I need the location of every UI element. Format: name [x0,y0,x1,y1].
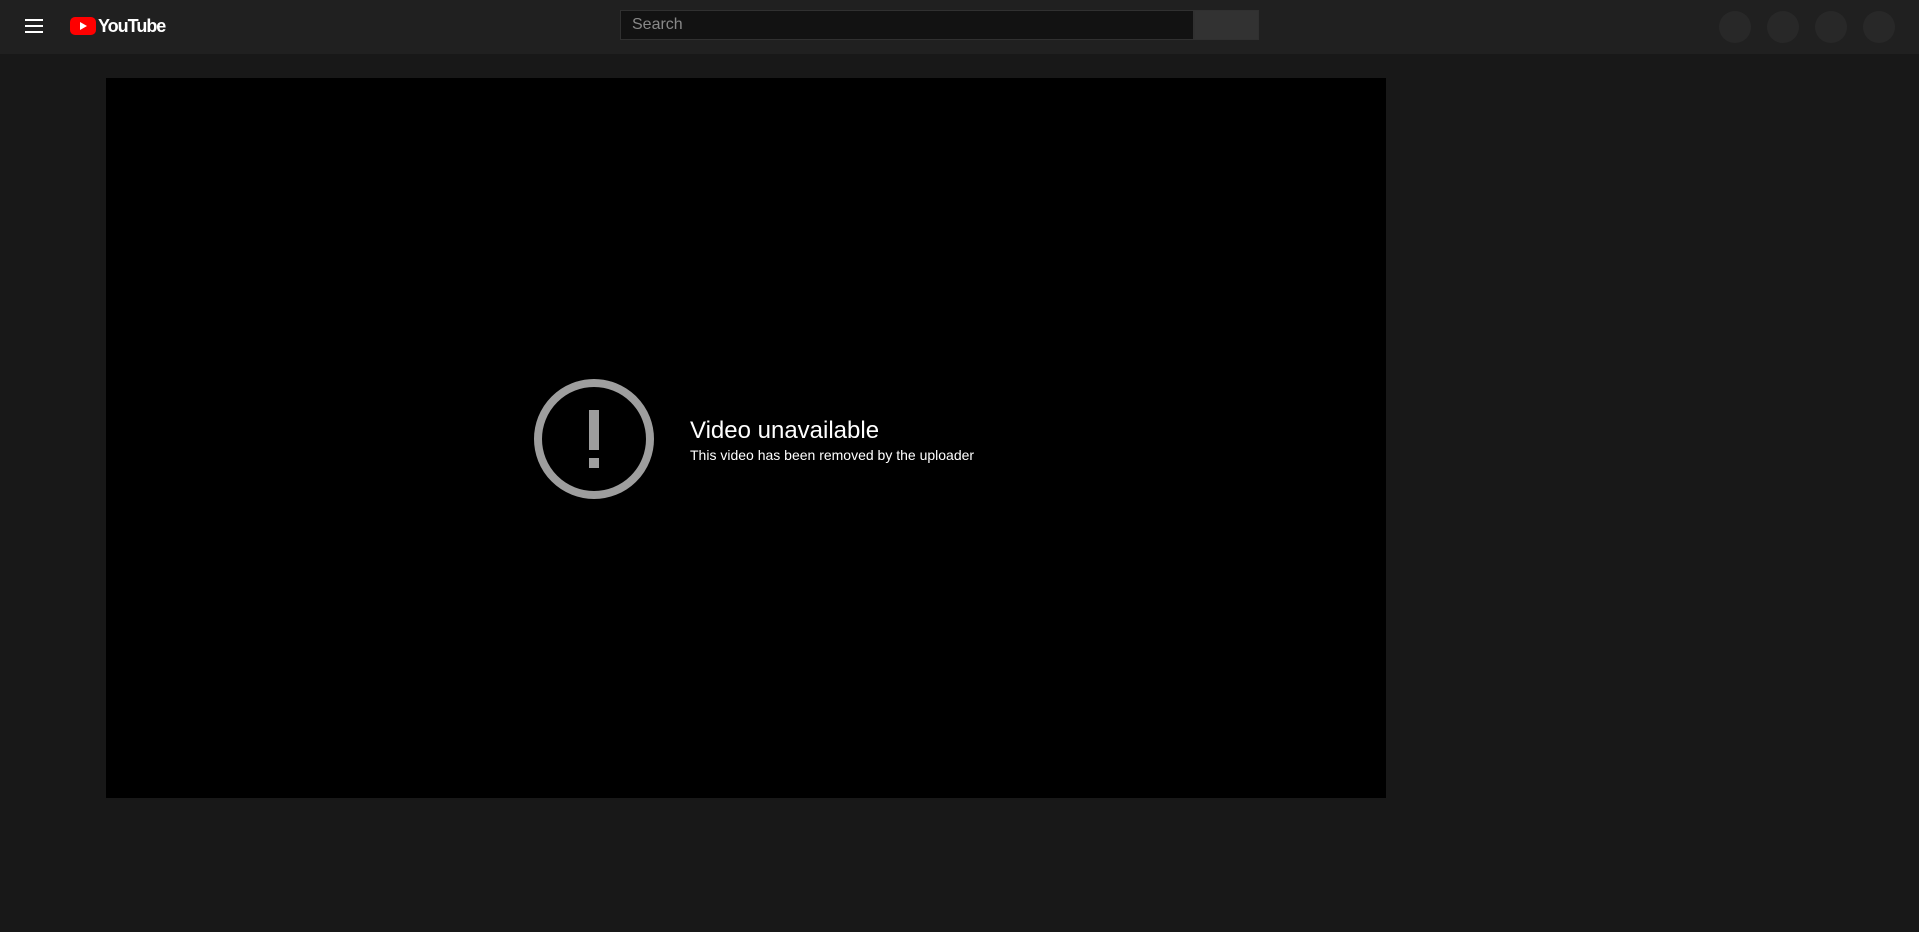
search-input[interactable] [620,10,1194,40]
youtube-logo[interactable]: YouTube [70,14,166,38]
avatar[interactable] [1863,11,1895,43]
header-action-2[interactable] [1767,11,1799,43]
error-title: Video unavailable [690,416,880,444]
alert-circle-icon [534,379,654,499]
video-player[interactable]: Video unavailable This video has been re… [106,78,1386,798]
header-action-3[interactable] [1815,11,1847,43]
youtube-logo-icon [70,17,96,35]
hamburger-menu-icon[interactable] [22,16,46,36]
logo-text: YouTube [98,15,166,36]
search-button[interactable] [1194,10,1259,40]
error-text: Video unavailable This video has been re… [690,415,974,464]
player-error: Video unavailable This video has been re… [533,378,974,500]
top-bar: YouTube [0,0,1919,54]
header-action-1[interactable] [1719,11,1751,43]
error-subtitle: This video has been removed by the uploa… [690,446,975,463]
